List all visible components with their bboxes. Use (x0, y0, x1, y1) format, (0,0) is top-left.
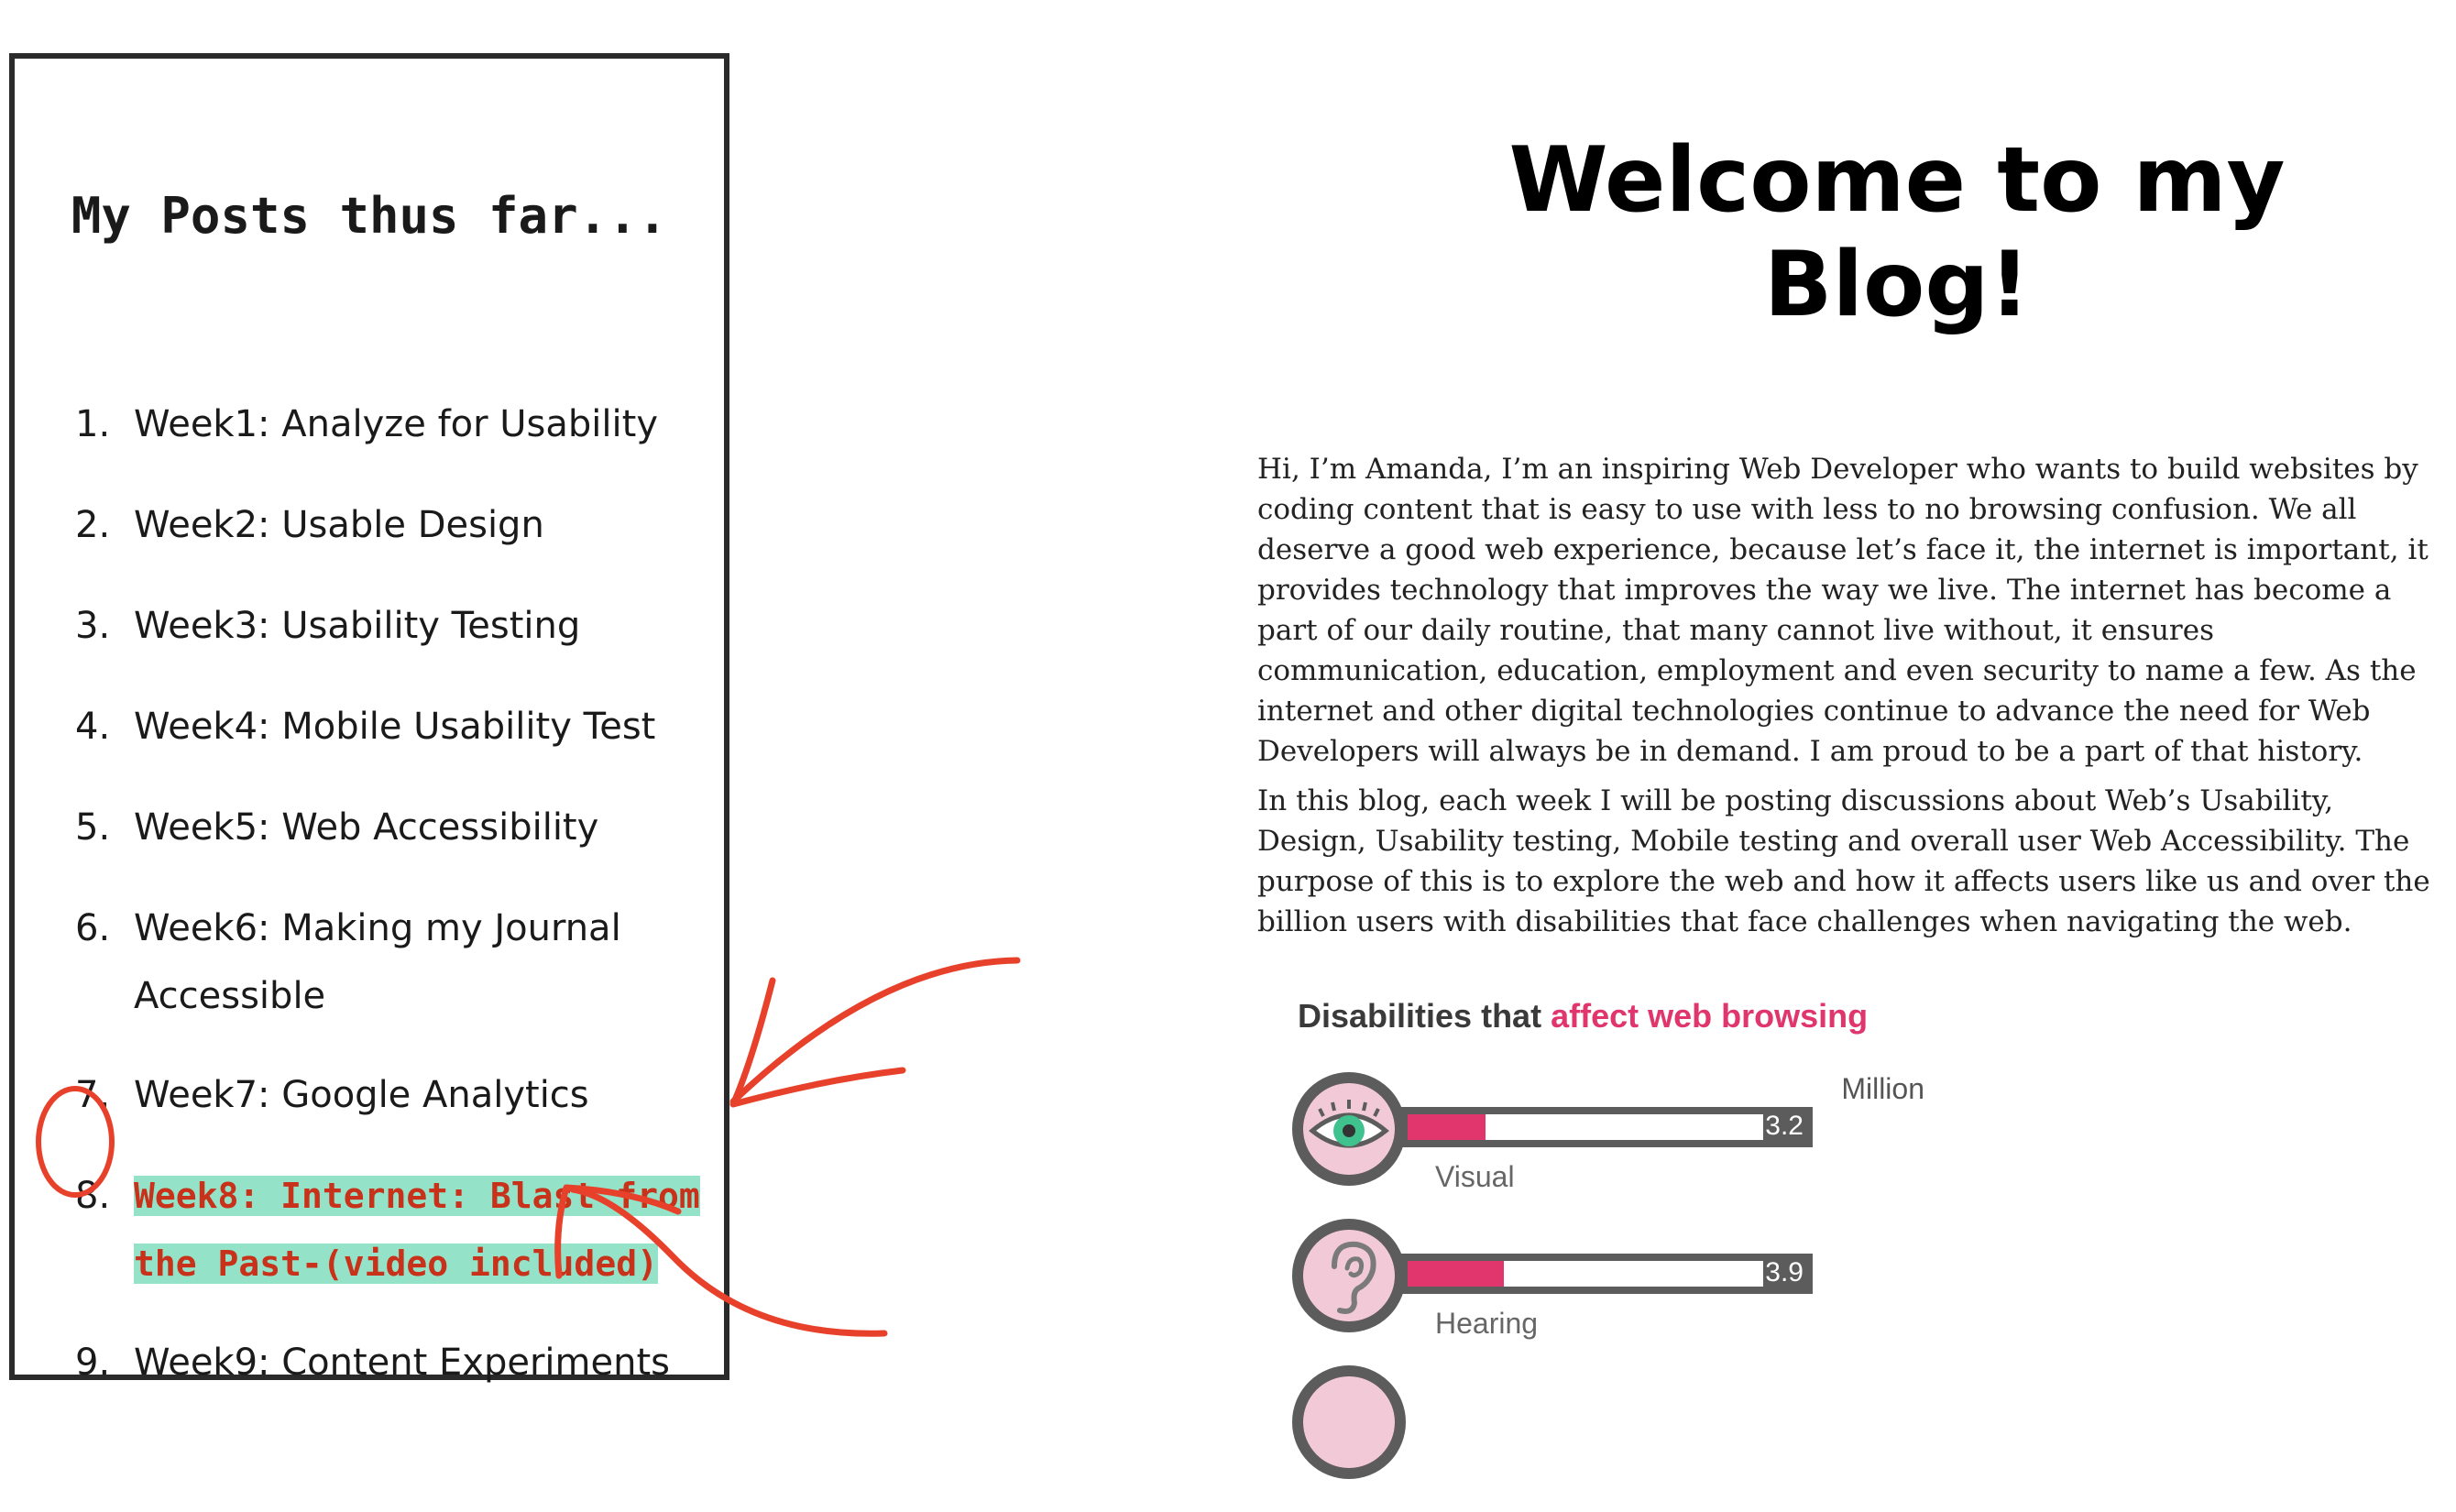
sidebar-title: My Posts thus far... (71, 187, 668, 245)
infographic-title-prefix: Disabilities that (1298, 997, 1551, 1035)
post-number: 7. (75, 1074, 111, 1116)
partial-icon (1292, 1365, 1406, 1479)
post-number: 4. (75, 706, 111, 748)
post-number: 6. (75, 907, 111, 949)
disability-label: Visual (1435, 1160, 1515, 1193)
post-link-week3[interactable]: Week3: Usability Testing (134, 592, 711, 660)
intro-paragraph: Hi, I’m Amanda, I’m an inspiring Web Dev… (1257, 453, 2429, 768)
post-link-week7[interactable]: Week7: Google Analytics (134, 1061, 711, 1129)
post-link-week9[interactable]: Week9: Content Experiments (134, 1329, 711, 1397)
post-link-week6[interactable]: Week6: Making my Journal Accessible (134, 894, 711, 1030)
eye-icon (1292, 1072, 1406, 1186)
posts-sidebar: My Posts thus far... 1. Week1: Analyze f… (9, 53, 729, 1384)
post-link-week5[interactable]: Week5: Web Accessibility (134, 794, 711, 861)
bar-fill (1408, 1114, 1486, 1140)
post-link-week4[interactable]: Week4: Mobile Usability Test (134, 693, 711, 761)
post-number: 9. (75, 1342, 111, 1384)
post-number: 1. (75, 403, 111, 445)
bar-value: 3.9 (1765, 1257, 1804, 1287)
disability-label: Hearing (1435, 1307, 1539, 1340)
disability-row-partial (1283, 1365, 1924, 1512)
infographic-title-accent: affect web browsing (1551, 997, 1869, 1035)
bar-track (1408, 1261, 1763, 1287)
bar-fill (1408, 1261, 1504, 1287)
post-number: 8. (75, 1175, 111, 1217)
arrow-head-upper (729, 977, 906, 1108)
ear-icon (1292, 1219, 1406, 1332)
post-number: 2. (75, 504, 111, 546)
arrow-annotation-upper (729, 957, 1021, 1105)
infographic-title: Disabilities that affect web browsing (1298, 997, 1868, 1035)
post-number: 3. (75, 605, 111, 647)
post-link-week8[interactable]: Week8: Internet: Blast from the Past-(vi… (134, 1162, 711, 1298)
disability-row-visual: 3.2 Visual (1283, 1072, 1924, 1219)
purpose-paragraph: In this blog, each week I will be postin… (1257, 784, 2430, 938)
post-link-week2[interactable]: Week2: Usable Design (134, 491, 711, 559)
post-link-week1[interactable]: Week1: Analyze for Usability (134, 390, 711, 458)
page-title: Welcome to my Blog! (1508, 128, 2286, 337)
disability-row-hearing: 3.9 Hearing (1283, 1219, 1924, 1365)
post-number: 5. (75, 806, 111, 849)
bar-track (1408, 1114, 1763, 1140)
disabilities-infographic: Disabilities that affect web browsing Mi… (1283, 990, 1924, 1479)
value-bar: 3.2 (1393, 1107, 1813, 1147)
bar-value: 3.2 (1765, 1111, 1804, 1141)
value-bar: 3.9 (1393, 1254, 1813, 1294)
post-link-week8-text: Week8: Internet: Blast from the Past-(vi… (134, 1176, 700, 1284)
